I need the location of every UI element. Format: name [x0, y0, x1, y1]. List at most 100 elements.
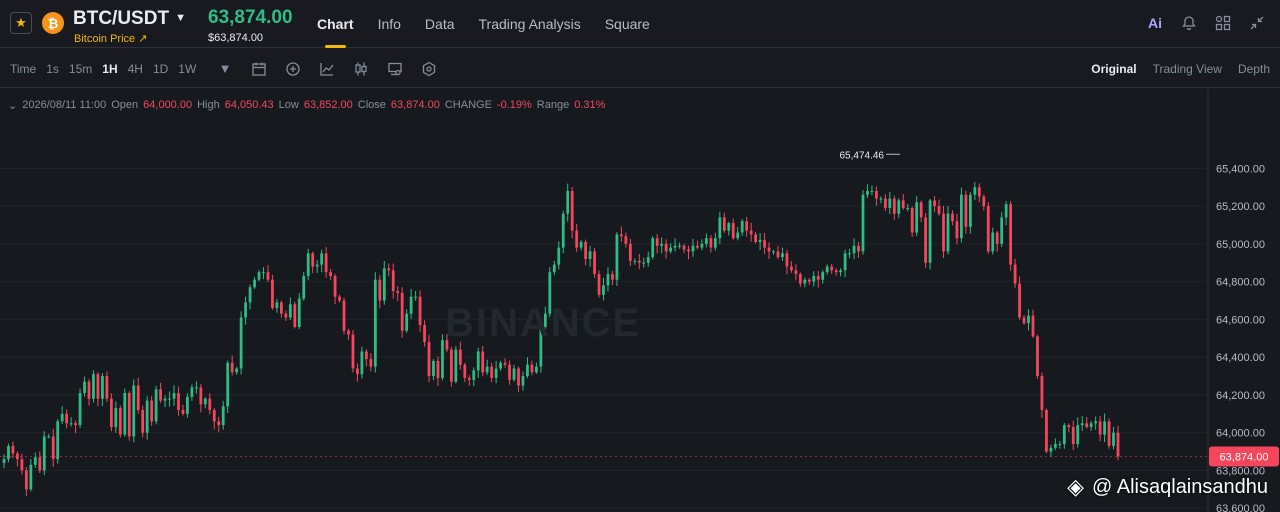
candlestick-icon[interactable] [352, 60, 370, 78]
candle [731, 218, 735, 240]
candle-body [436, 360, 440, 378]
candle-body [1036, 336, 1039, 377]
ohlc-close-label: Close [357, 99, 386, 111]
bell-icon[interactable] [1180, 14, 1198, 32]
candle-body [1116, 432, 1120, 457]
price-chart[interactable]: ⌄ 2026/08/11 11:00 Open 64,000.00 High 6… [0, 89, 1280, 512]
candle [673, 238, 677, 252]
tab-data[interactable]: Data [425, 0, 455, 48]
candle-body [463, 364, 467, 378]
candle [812, 271, 816, 287]
candle [1067, 423, 1071, 433]
candle [852, 238, 856, 260]
candle-body [807, 279, 811, 282]
candle-body [857, 245, 860, 252]
candle [1080, 415, 1084, 432]
candle-body [830, 266, 834, 271]
interval-15m[interactable]: 15m [69, 62, 92, 76]
line-chart-icon[interactable] [318, 60, 336, 78]
more-intervals-caret-icon[interactable]: ▼ [216, 60, 234, 78]
candle-body [785, 253, 789, 267]
candle [915, 196, 919, 237]
candle [499, 360, 502, 372]
candle-body [767, 247, 771, 252]
candle-body [481, 351, 485, 373]
candle [1049, 444, 1053, 457]
candle [405, 309, 409, 333]
last-price: 63,874.00 [208, 7, 293, 28]
interval-1w[interactable]: 1W [178, 62, 196, 76]
candle [785, 249, 789, 275]
candle-body [427, 342, 431, 377]
interval-1d[interactable]: 1D [153, 62, 168, 76]
candle-body [937, 206, 941, 214]
candle [24, 467, 28, 497]
tab-trading-analysis[interactable]: Trading Analysis [479, 0, 581, 48]
tab-chart[interactable]: Chart [317, 0, 354, 48]
candle [333, 273, 337, 305]
candle [1027, 309, 1030, 331]
trading-pair-selector[interactable]: BTC/USDT ▼ [73, 8, 186, 30]
candle [552, 260, 556, 276]
favorite-star-icon[interactable]: ★ [10, 12, 32, 34]
candle [579, 239, 583, 251]
interval-1s[interactable]: 1s [46, 62, 59, 76]
candle [669, 243, 672, 254]
candle-body [262, 272, 265, 274]
bitcoin-price-link[interactable]: Bitcoin Price ↗ [74, 32, 147, 45]
trading-pair-label: BTC/USDT [73, 8, 170, 29]
candle [92, 370, 95, 403]
candle-body [535, 366, 538, 373]
interval-time[interactable]: Time [10, 62, 36, 76]
candle-body [924, 217, 928, 263]
candle-body [56, 421, 60, 460]
price-tick-label: 63,600.00 [1216, 503, 1265, 512]
candle [481, 346, 485, 377]
candle [620, 226, 623, 242]
ai-assistant-icon[interactable]: Ai [1146, 14, 1164, 32]
candle-body [226, 362, 230, 407]
view-trading-view[interactable]: Trading View [1153, 62, 1222, 76]
candle-body [669, 247, 672, 252]
calendar-icon[interactable] [250, 60, 268, 78]
view-depth[interactable]: Depth [1238, 62, 1270, 76]
candle [664, 239, 668, 259]
candle [217, 416, 221, 433]
candle-body [373, 279, 377, 367]
candle [781, 247, 784, 262]
candle-body [624, 236, 628, 244]
candle [1000, 211, 1004, 247]
chart-settings-icon[interactable] [386, 60, 404, 78]
candle-body [825, 266, 829, 273]
ohlc-change-value: -0.19% [496, 99, 532, 111]
add-indicator-icon[interactable] [284, 60, 302, 78]
candle-body [633, 260, 637, 262]
candle [476, 347, 480, 378]
tab-square[interactable]: Square [605, 0, 650, 48]
candle [754, 231, 758, 244]
candle [414, 290, 417, 301]
candle [960, 187, 963, 243]
price-tick-label: 65,200.00 [1216, 201, 1265, 213]
layout-grid-icon[interactable] [1214, 14, 1232, 32]
candle [1116, 425, 1120, 461]
view-original[interactable]: Original [1091, 62, 1136, 76]
binance-watermark: BINANCE [445, 301, 642, 345]
candle-body [42, 436, 46, 471]
candle [866, 184, 869, 198]
interval-1h[interactable]: 1H [102, 62, 117, 76]
candle [508, 360, 511, 385]
candle [512, 364, 516, 382]
hexagon-settings-icon[interactable] [420, 60, 438, 78]
interval-4h[interactable]: 4H [128, 62, 143, 76]
candle-body [942, 213, 945, 252]
candle [924, 212, 928, 268]
tab-info[interactable]: Info [378, 0, 401, 48]
candle-body [118, 408, 122, 435]
collapse-icon[interactable] [1248, 14, 1266, 32]
candle [968, 192, 972, 234]
ohlc-collapse-icon[interactable]: ⌄ [8, 99, 17, 112]
candle-body [870, 190, 874, 192]
candle-body [60, 413, 64, 422]
candle [745, 216, 749, 237]
